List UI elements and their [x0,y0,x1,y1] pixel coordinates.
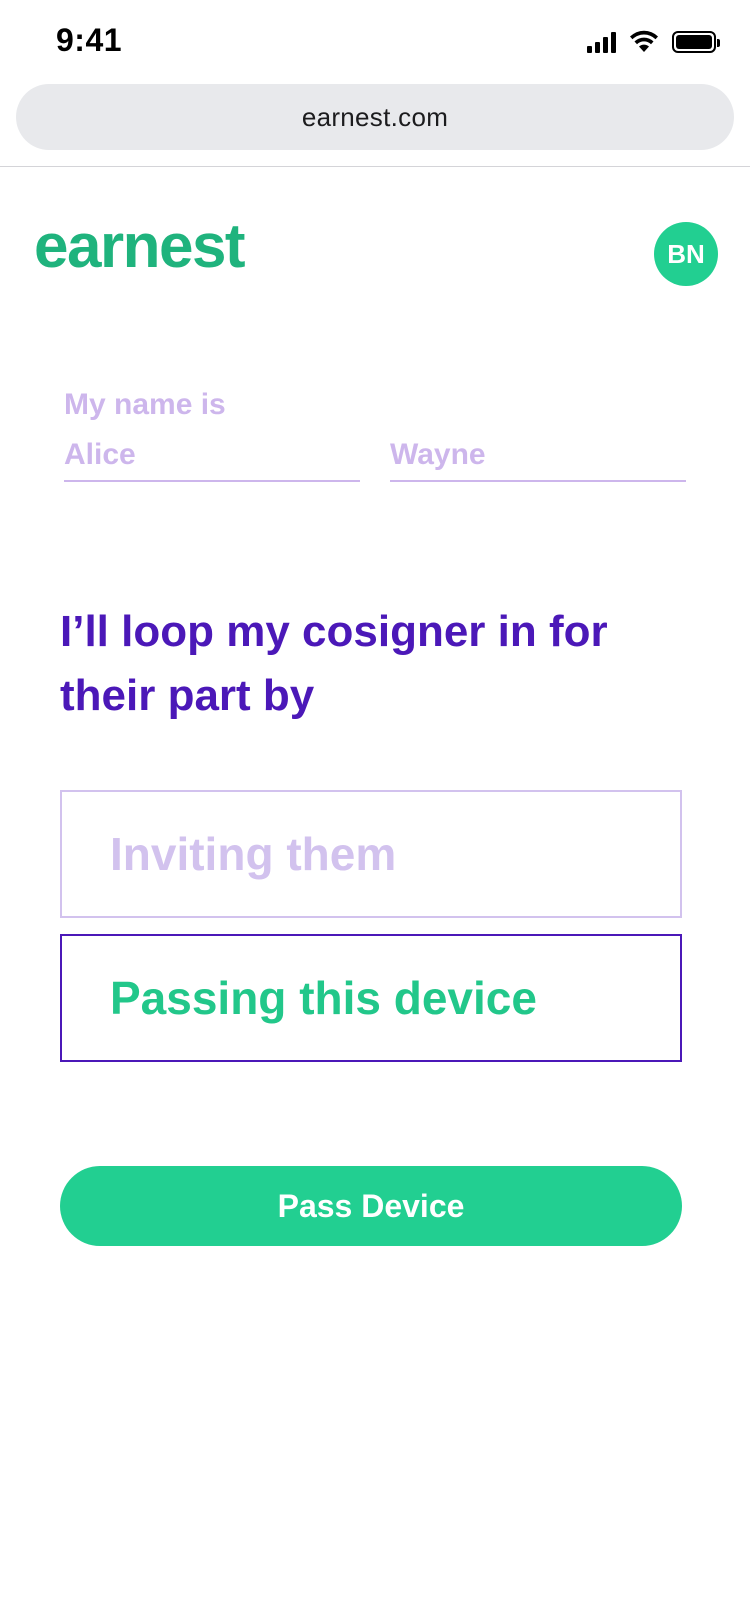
last-name-field[interactable]: Wayne [390,430,686,482]
pass-device-button[interactable]: Pass Device [60,1166,682,1246]
url-text: earnest.com [301,101,449,132]
name-label: My name is [64,388,226,421]
status-time: 9:41 [56,22,123,58]
question-heading: I’ll loop my cosigner in for their part … [60,607,608,720]
status-bar: 9:41 [0,0,750,80]
earnest-logo[interactable]: earnest [34,216,246,278]
option-inviting-them[interactable]: Inviting them [60,790,682,918]
battery-icon [672,31,720,53]
user-avatar[interactable]: BN [654,222,718,286]
wifi-icon [630,30,658,52]
cellular-signal-icon [587,31,616,53]
option-passing-device[interactable]: Passing this device [60,934,682,1062]
address-bar[interactable]: earnest.com [16,84,734,150]
first-name-field[interactable]: Alice [64,430,360,482]
status-icons [587,30,720,54]
toolbar-divider [0,166,750,167]
